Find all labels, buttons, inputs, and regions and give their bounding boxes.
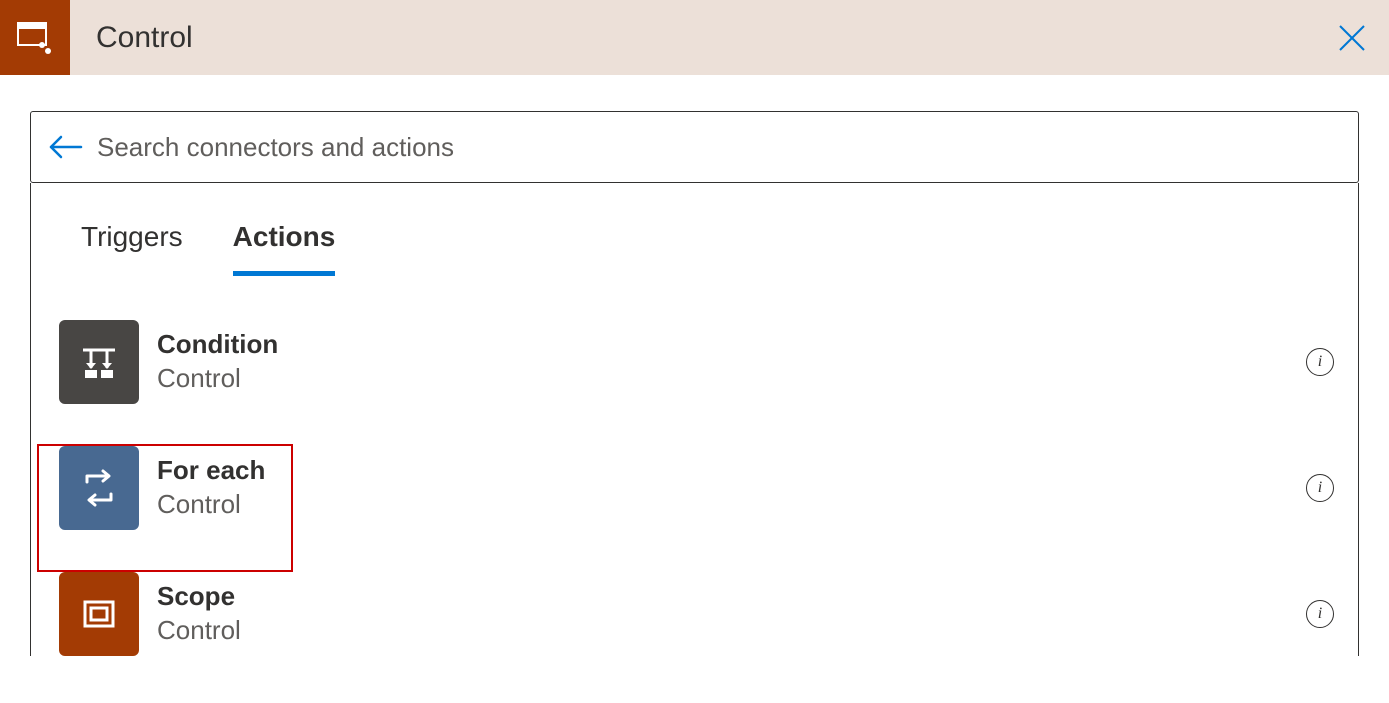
action-item-foreach[interactable]: For each Control i bbox=[59, 446, 1330, 530]
action-list: Condition Control i For each Control bbox=[59, 320, 1330, 656]
action-name: Scope bbox=[157, 581, 1330, 612]
tab-list: Triggers Actions bbox=[81, 221, 1330, 276]
foreach-icon bbox=[59, 446, 139, 530]
tab-actions[interactable]: Actions bbox=[233, 221, 336, 276]
info-icon: i bbox=[1318, 479, 1322, 497]
action-text: Scope Control bbox=[157, 581, 1330, 648]
action-category: Control bbox=[157, 614, 1330, 648]
close-button[interactable] bbox=[1333, 19, 1371, 57]
panel-header: Control bbox=[0, 0, 1389, 75]
arrow-left-icon bbox=[47, 133, 83, 161]
action-text: Condition Control bbox=[157, 329, 1330, 396]
info-button[interactable]: i bbox=[1306, 600, 1334, 628]
action-category: Control bbox=[157, 488, 1330, 522]
search-bar bbox=[30, 111, 1359, 183]
search-input[interactable] bbox=[97, 132, 1342, 163]
action-name: For each bbox=[157, 455, 1330, 486]
action-category: Control bbox=[157, 362, 1330, 396]
action-text: For each Control bbox=[157, 455, 1330, 522]
condition-icon bbox=[59, 320, 139, 404]
scope-icon bbox=[59, 572, 139, 656]
panel-body: Triggers Actions Condition Control bbox=[30, 183, 1359, 656]
info-button[interactable]: i bbox=[1306, 474, 1334, 502]
info-button[interactable]: i bbox=[1306, 348, 1334, 376]
action-item-scope[interactable]: Scope Control i bbox=[59, 572, 1330, 656]
control-connector-icon bbox=[0, 0, 70, 75]
close-icon bbox=[1336, 22, 1368, 54]
tab-triggers[interactable]: Triggers bbox=[81, 221, 183, 276]
back-button[interactable] bbox=[47, 129, 83, 165]
panel-title: Control bbox=[96, 21, 193, 55]
action-item-condition[interactable]: Condition Control i bbox=[59, 320, 1330, 404]
action-name: Condition bbox=[157, 329, 1330, 360]
info-icon: i bbox=[1318, 605, 1322, 623]
info-icon: i bbox=[1318, 353, 1322, 371]
